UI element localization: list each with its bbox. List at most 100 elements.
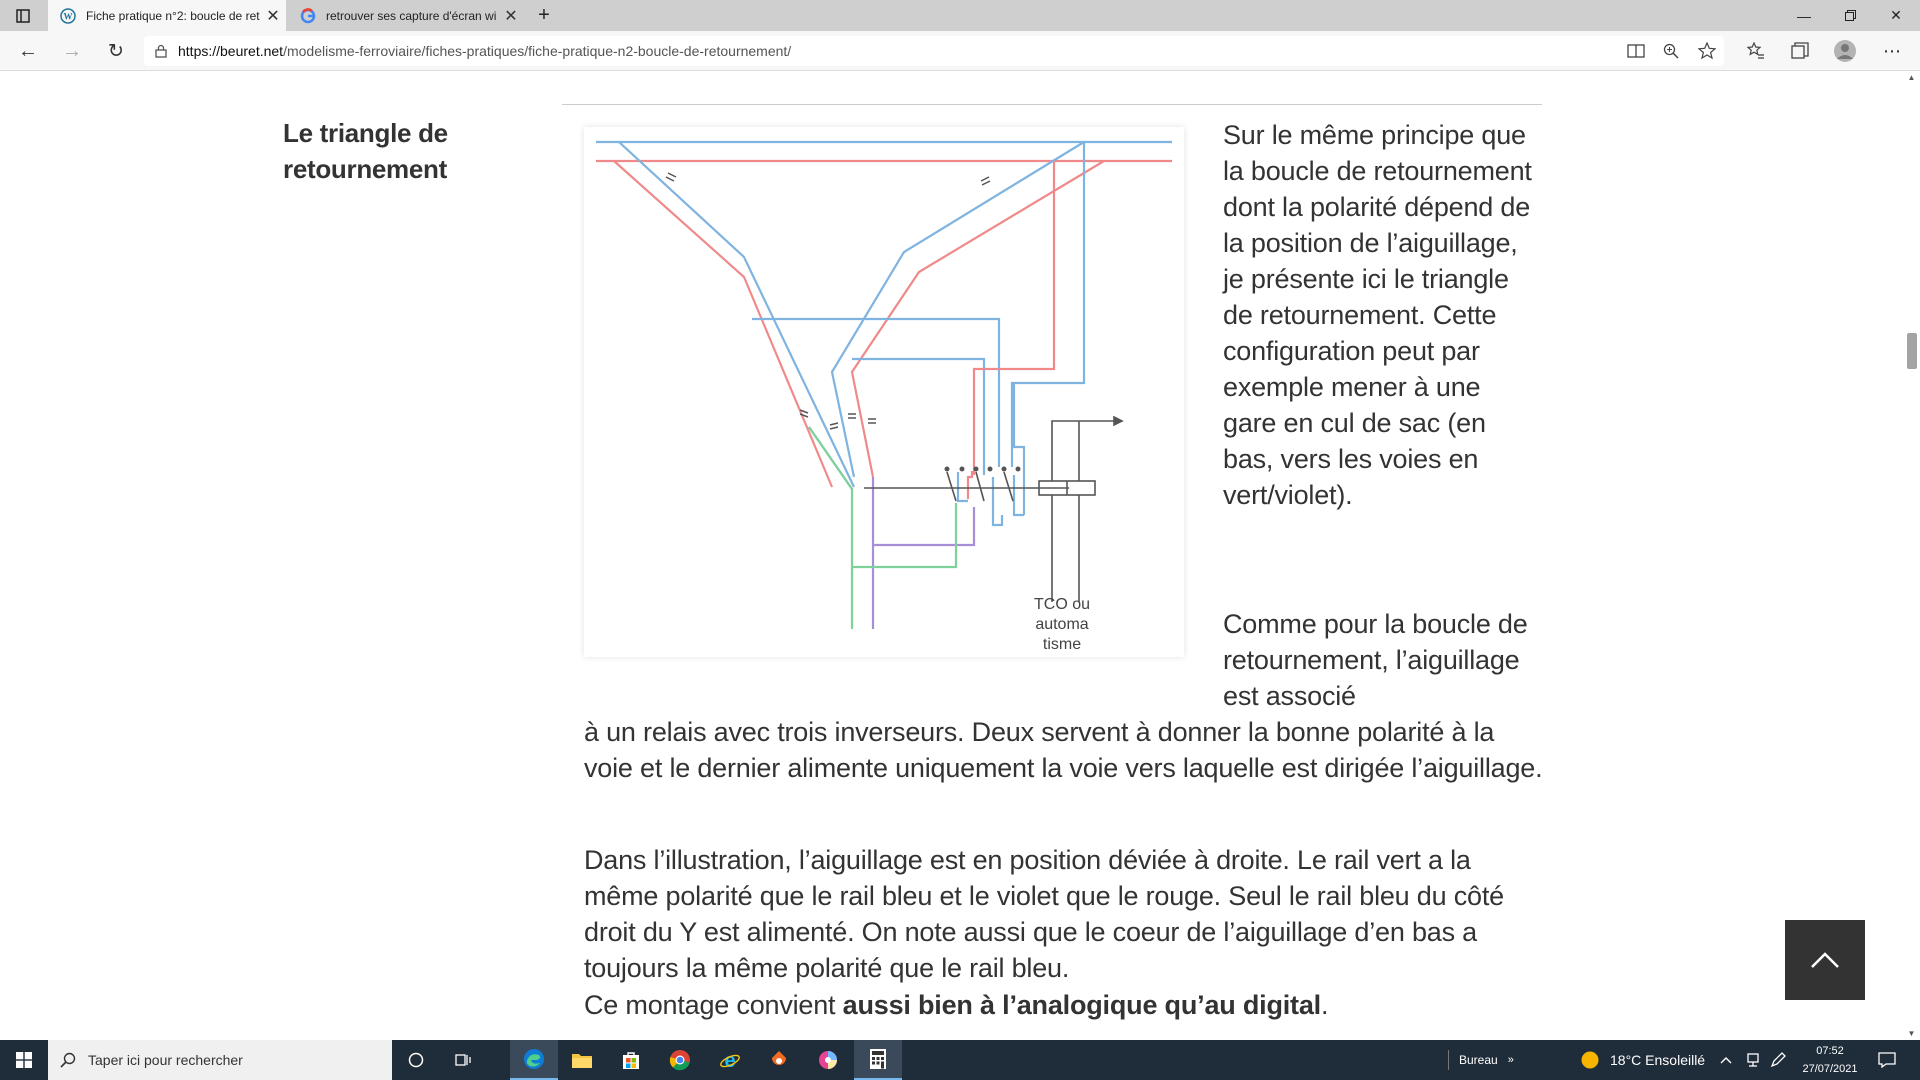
desktop-toolbar[interactable]: Bureau » [1448, 1040, 1558, 1080]
conclusion-suffix: . [1320, 990, 1329, 1020]
edge-icon [524, 1049, 544, 1069]
task-view-icon [455, 1054, 471, 1066]
page-scrollbar[interactable]: ▲ ▼ [1903, 71, 1920, 1040]
network-icon[interactable] [1745, 1040, 1763, 1080]
collections-icon[interactable] [1788, 39, 1812, 63]
wire-blue-2 [852, 357, 986, 475]
weather-widget[interactable]: 18°C Ensoleillé [1580, 1040, 1710, 1080]
plus-icon: + [538, 4, 550, 26]
favorites-icon[interactable] [1744, 39, 1768, 63]
clock-time: 07:52 [1816, 1045, 1844, 1057]
wire-blue-1 [752, 317, 1001, 467]
cortana-button[interactable] [392, 1040, 440, 1080]
scrollbar-thumb[interactable] [1907, 333, 1917, 369]
search-icon [48, 1052, 88, 1068]
divider [562, 104, 1542, 105]
more-menu-icon[interactable]: ⋯ [1880, 39, 1904, 63]
calculator-icon [870, 1049, 886, 1069]
internet-explorer-button[interactable]: e [706, 1040, 754, 1080]
url-bar[interactable]: https://beuret.net/modelisme-ferroviaire… [144, 36, 1724, 66]
ie-icon: e [720, 1050, 740, 1071]
restore-icon [1844, 10, 1856, 21]
weather-text: 18°C Ensoleillé [1610, 1052, 1706, 1068]
minimize-icon: — [1797, 7, 1811, 24]
add-favorite-icon[interactable] [1695, 39, 1719, 63]
notifications-icon[interactable] [1878, 1040, 1902, 1080]
svg-text:W: W [64, 11, 73, 21]
profile-avatar-icon[interactable] [1833, 39, 1857, 63]
folder-icon [572, 1054, 592, 1068]
search-placeholder: Taper ici pour rechercher [88, 1052, 243, 1068]
tray-expand-icon[interactable] [1720, 1040, 1736, 1080]
tab-title: Fiche pratique n°2: boucle de ret [86, 8, 260, 23]
clock[interactable]: 07:52 27/07/2021 [1790, 1042, 1870, 1078]
paragraph-relay-part1: Comme pour la boucle de retournement, l’… [1223, 609, 1528, 711]
windows-logo-icon [16, 1052, 32, 1068]
close-icon: ✕ [1890, 7, 1902, 23]
wire-green [852, 503, 958, 569]
chevron-right-icon: » [1507, 1054, 1514, 1066]
tab-title: retrouver ses capture d'écran wi [326, 8, 497, 23]
close-window-button[interactable]: ✕ [1873, 0, 1919, 31]
close-tab-icon[interactable]: ✕ [260, 6, 286, 26]
scroll-down-arrow-icon[interactable]: ▼ [1903, 1029, 1920, 1038]
rail-green [808, 426, 854, 629]
address-toolbar: ← → ↻ https://beuret.net/modelisme-ferro… [0, 31, 1920, 71]
conclusion-bold: aussi bien à l’analogique qu’au digital [842, 990, 1321, 1020]
tab-google-search[interactable]: retrouver ses capture d'écran wi ✕ [288, 0, 524, 31]
calculator-button[interactable] [854, 1040, 902, 1080]
reader-view-icon[interactable] [1624, 39, 1648, 63]
orange-app-icon [772, 1051, 786, 1065]
section-title: Le triangle de retournement [283, 118, 448, 184]
wire-blue-4 [1012, 475, 1024, 517]
windows-taskbar: Taper ici pour rechercher e Bureau » 18°… [0, 1040, 1920, 1080]
app-colorful-button[interactable] [804, 1040, 852, 1080]
refresh-icon: ↻ [108, 40, 124, 62]
wire-blue-3 [1010, 142, 1086, 467]
zoom-icon[interactable] [1659, 39, 1683, 63]
store-button[interactable] [607, 1040, 655, 1080]
arrow-left-icon: ← [18, 39, 38, 62]
tab-actions-button[interactable] [0, 0, 46, 31]
paragraph-illustration: Dans l’illustration, l’aiguillage est en… [584, 845, 1504, 983]
new-tab-button[interactable]: + [524, 0, 564, 31]
clock-date: 27/07/2021 [1802, 1063, 1858, 1075]
file-explorer-button[interactable] [558, 1040, 606, 1080]
url-path: /modelisme-ferroviaire/fiches-pratiques/… [283, 43, 792, 59]
refresh-button[interactable]: ↻ [100, 35, 132, 67]
scroll-to-top-button[interactable] [1785, 920, 1865, 1000]
edge-taskbar-button[interactable] [510, 1040, 558, 1080]
task-view-button[interactable] [440, 1040, 488, 1080]
chrome-button[interactable] [656, 1040, 704, 1080]
triangle-wiring-diagram: TCO ou automa tisme [584, 127, 1184, 657]
start-button[interactable] [0, 1040, 48, 1080]
close-tab-icon[interactable]: ✕ [498, 6, 524, 26]
browser-tab-bar: W Fiche pratique n°2: boucle de ret ✕ re… [0, 0, 1920, 31]
google-icon [300, 7, 316, 24]
store-icon [623, 1052, 639, 1069]
pen-icon[interactable] [1770, 1040, 1788, 1080]
forward-button[interactable]: → [56, 35, 88, 67]
lock-icon [144, 44, 178, 58]
app-orange-button[interactable] [755, 1040, 803, 1080]
rail-right-blue [830, 141, 1085, 478]
cortana-icon [408, 1052, 424, 1068]
web-page: Le triangle de retournement TCO ou autom… [0, 71, 1920, 1040]
back-button[interactable]: ← [12, 35, 44, 67]
colorful-app-icon [819, 1051, 837, 1069]
wire-violet [873, 507, 976, 547]
tab-fiche-pratique[interactable]: W Fiche pratique n°2: boucle de ret ✕ [48, 0, 286, 31]
arrow-right-icon: → [62, 39, 82, 62]
restore-button[interactable] [1827, 0, 1873, 31]
minimize-button[interactable]: — [1781, 0, 1827, 31]
desktop-label: Bureau [1459, 1053, 1498, 1067]
tray-separator [1448, 1050, 1449, 1070]
wordpress-icon: W [60, 7, 76, 24]
wire-blue-6 [991, 477, 1004, 527]
taskbar-search-box[interactable]: Taper ici pour rechercher [48, 1040, 392, 1080]
paragraph-conclusion: Ce montage convient aussi bien à l’analo… [584, 987, 1544, 1023]
rail-left-red [613, 160, 834, 488]
wire-blue-7 [1012, 382, 1026, 515]
scroll-up-arrow-icon[interactable]: ▲ [1903, 73, 1920, 82]
tab-actions-icon [16, 8, 30, 23]
